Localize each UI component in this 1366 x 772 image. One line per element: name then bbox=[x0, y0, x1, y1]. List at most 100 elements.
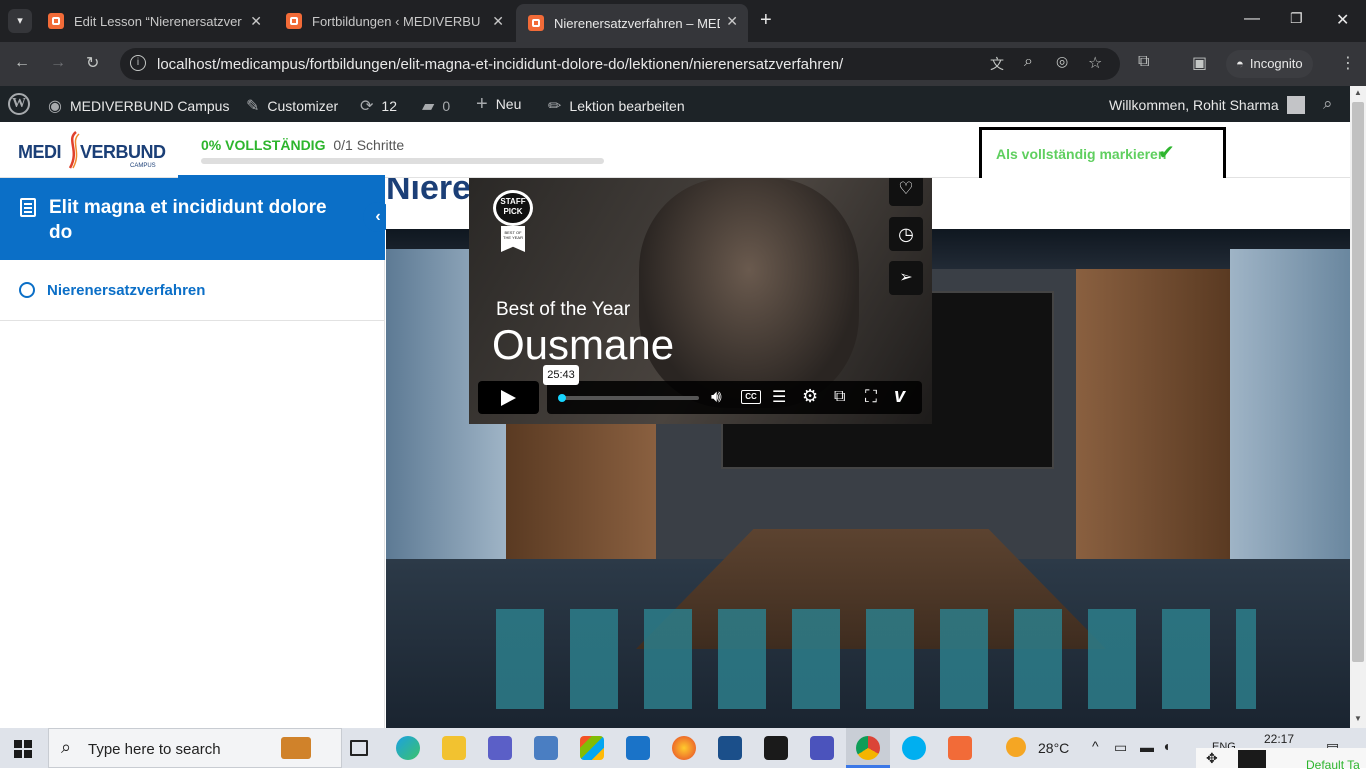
course-title: Elit magna et incididunt dolore do bbox=[49, 197, 327, 243]
browser-toolbar: ← → ↻ i localhost/medicampus/fortbildung… bbox=[0, 42, 1366, 86]
overlay-popup: ✥ Default Ta bbox=[1196, 748, 1366, 772]
edge-icon[interactable] bbox=[396, 736, 420, 760]
incognito-icon: ◓ bbox=[1236, 56, 1244, 71]
search-icon: ⌕ bbox=[61, 737, 72, 757]
back-icon[interactable]: ← bbox=[14, 54, 30, 72]
play-icon bbox=[501, 390, 516, 406]
weather-icon[interactable] bbox=[1006, 737, 1026, 757]
network-app-icon[interactable] bbox=[534, 736, 558, 760]
scroll-up-icon[interactable]: ▲ bbox=[1354, 88, 1362, 97]
captions-icon[interactable]: CC bbox=[741, 390, 761, 404]
browser-tab-active[interactable]: Nierenersatzverfahren – MEDIVE ✕ bbox=[516, 4, 748, 42]
search-icon[interactable]: ⌕ bbox=[1323, 94, 1333, 114]
video-player[interactable]: STAFF PICK BEST OF THE YEAR Best of the Y… bbox=[469, 178, 932, 424]
app-s-icon[interactable] bbox=[718, 736, 742, 760]
chrome-icon bbox=[856, 736, 880, 760]
page-scrollbar[interactable]: ▲ ▼ bbox=[1350, 86, 1366, 728]
teams-icon[interactable] bbox=[488, 736, 512, 760]
wp-comments[interactable]: ▰ 0 bbox=[422, 96, 450, 116]
wp-site-name[interactable]: ◉ MEDIVERBUND Campus bbox=[48, 96, 229, 116]
transcript-icon[interactable]: ☰ bbox=[772, 387, 786, 407]
tray-volume-icon[interactable]: ◖ bbox=[1162, 738, 1170, 754]
close-window-icon[interactable]: ✕ bbox=[1336, 10, 1349, 30]
wp-updates[interactable]: ⟳ 12 bbox=[360, 96, 397, 116]
xampp-icon[interactable] bbox=[948, 736, 972, 760]
settings-gear-icon[interactable]: ⚙ bbox=[802, 386, 818, 407]
close-tab-icon[interactable]: ✕ bbox=[250, 13, 262, 30]
teams-work-icon[interactable] bbox=[810, 736, 834, 760]
scrubber-handle[interactable] bbox=[558, 394, 566, 402]
file-explorer-icon[interactable] bbox=[442, 736, 466, 760]
site-logo[interactable]: MEDI VERBUND CAMPUS bbox=[18, 130, 168, 170]
menu-dots-icon[interactable]: ⋮ bbox=[1340, 53, 1356, 73]
checkmark-icon: ✔ bbox=[1158, 142, 1175, 164]
firefox-icon[interactable] bbox=[672, 736, 696, 760]
tab-title: Edit Lesson “Nierenersatzverfah bbox=[74, 13, 242, 29]
lesson-title: Nierenersatzverfahren bbox=[47, 282, 206, 299]
wp-account[interactable]: Willkommen, Rohit Sharma bbox=[1109, 96, 1305, 114]
picture-in-picture-icon[interactable]: ⧉ bbox=[834, 388, 845, 406]
minimize-icon[interactable]: — bbox=[1244, 10, 1260, 28]
reload-icon[interactable]: ↻ bbox=[86, 53, 99, 73]
temperature[interactable]: 28°C bbox=[1038, 740, 1069, 756]
site-info-icon[interactable]: i bbox=[130, 55, 146, 71]
side-panel-icon[interactable]: ▣ bbox=[1192, 53, 1207, 73]
fullscreen-icon[interactable]: ⛶ bbox=[865, 387, 877, 407]
tray-network-icon[interactable]: ▭ bbox=[1114, 739, 1127, 756]
eye-off-icon[interactable]: ◎ bbox=[1056, 53, 1068, 70]
watch-later-button[interactable]: ◷ bbox=[889, 217, 923, 251]
clock-time[interactable]: 22:17 bbox=[1264, 732, 1294, 746]
video-subtitle: Best of the Year bbox=[496, 299, 631, 320]
vimeo-logo-icon[interactable]: v bbox=[894, 385, 905, 408]
plus-icon: + bbox=[476, 93, 488, 115]
progress-bar bbox=[201, 158, 604, 164]
forward-icon[interactable]: → bbox=[50, 54, 66, 72]
scroll-down-icon[interactable]: ▼ bbox=[1354, 714, 1362, 723]
close-tab-icon[interactable]: ✕ bbox=[726, 13, 738, 30]
course-heading[interactable]: Elit magna et incididunt dolore do bbox=[0, 178, 385, 260]
time-tooltip: 25:43 bbox=[543, 365, 579, 385]
wp-new[interactable]: + Neu bbox=[476, 93, 521, 115]
incomplete-circle-icon bbox=[19, 282, 35, 298]
dashboard-icon: ◉ bbox=[48, 98, 62, 115]
wp-customizer[interactable]: ✎ Customizer bbox=[246, 96, 338, 116]
video-scrubber[interactable] bbox=[559, 396, 699, 400]
tray-battery-icon[interactable]: ▬ bbox=[1140, 739, 1154, 755]
extensions-icon[interactable]: ⧉ bbox=[1138, 53, 1149, 71]
scrollbar-thumb[interactable] bbox=[1352, 102, 1364, 662]
windows-start-icon[interactable] bbox=[14, 740, 32, 758]
translate-icon[interactable]: 文 bbox=[990, 54, 1004, 74]
bookmark-star-icon[interactable]: ☆ bbox=[1088, 53, 1102, 73]
share-button[interactable]: ➢ bbox=[889, 261, 923, 295]
volume-icon[interactable]: 🔊︎ bbox=[711, 387, 722, 407]
lesson-list-item[interactable]: Nierenersatzverfahren bbox=[0, 260, 385, 321]
browser-tab-2[interactable]: Fortbildungen ‹ MEDIVERBUND ✕ bbox=[274, 6, 514, 36]
restore-icon[interactable]: ❐ bbox=[1290, 10, 1303, 27]
tray-chevron-icon[interactable]: ^ bbox=[1092, 738, 1099, 754]
avatar bbox=[1286, 96, 1305, 114]
browser-tab-1[interactable]: Edit Lesson “Nierenersatzverfah ✕ bbox=[36, 6, 272, 36]
skype-icon[interactable] bbox=[902, 736, 926, 760]
wordpress-logo-icon[interactable]: W bbox=[8, 93, 30, 115]
search-placeholder: Type here to search bbox=[88, 741, 221, 758]
chrome-active-tile[interactable] bbox=[846, 728, 890, 768]
lesson-content: Niere STAFF PICK BEST OF THE YEAR Best of… bbox=[386, 178, 1350, 728]
wp-edit-lesson[interactable]: ✏ Lektion bearbeiten bbox=[548, 96, 685, 116]
task-view-icon[interactable] bbox=[350, 740, 368, 756]
incognito-profile-button[interactable]: ◓ Incognito bbox=[1226, 50, 1313, 78]
store-icon[interactable] bbox=[580, 736, 604, 760]
progress-status: 0% VOLLSTÄNDIG 0/1 Schritte bbox=[201, 137, 404, 153]
close-tab-icon[interactable]: ✕ bbox=[492, 13, 504, 30]
like-button[interactable]: ♡ bbox=[889, 178, 923, 206]
app-tl-icon[interactable] bbox=[764, 736, 788, 760]
play-button[interactable] bbox=[478, 381, 539, 414]
address-bar[interactable]: i localhost/medicampus/fortbildungen/eli… bbox=[120, 48, 1120, 80]
xampp-favicon-icon bbox=[48, 13, 64, 29]
taskbar-search-box[interactable]: ⌕ Type here to search bbox=[48, 728, 342, 768]
tab-search-button[interactable]: ▾ bbox=[8, 9, 32, 33]
updates-icon: ⟳ bbox=[360, 98, 374, 115]
new-tab-button[interactable]: + bbox=[760, 9, 772, 32]
mail-icon[interactable] bbox=[626, 736, 650, 760]
zoom-icon[interactable]: ⌕ bbox=[1024, 53, 1033, 71]
pencil-icon: ✏ bbox=[548, 98, 562, 115]
